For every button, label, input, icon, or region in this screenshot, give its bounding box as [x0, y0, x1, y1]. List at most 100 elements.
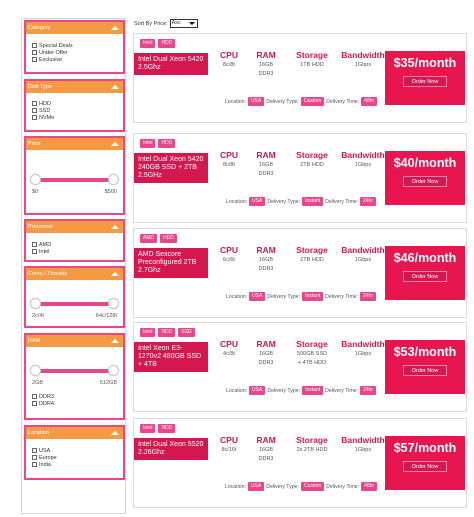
checkbox[interactable] [32, 50, 37, 55]
price-slider-max-handle[interactable] [108, 174, 119, 185]
server-card: Intel HDD Intel Dual Xeon 5420 2.5Ghz CPU… [133, 33, 467, 123]
storage-header: Storage [296, 245, 328, 255]
location-option-india[interactable]: India [32, 461, 123, 468]
location-badge: USA [249, 386, 266, 395]
ram-slider-min-handle[interactable] [30, 365, 41, 376]
price-range-slider[interactable] [30, 173, 119, 187]
chevron-up-icon[interactable] [110, 82, 120, 92]
delivery-type-label: Delivery Type: [267, 387, 301, 394]
server-title: AMD Sexcore Preconfigured 2TB 2.7Ghz [134, 248, 208, 278]
checkbox[interactable] [32, 57, 37, 62]
order-now-button[interactable]: Order Now [403, 461, 447, 472]
disk-option-hdd[interactable]: HDD [32, 100, 123, 107]
storage-value: 2TB HDD [300, 162, 324, 168]
delivery-time-badge: 48hr [361, 482, 378, 491]
price-filter-header[interactable]: Price [26, 138, 123, 150]
price-amount: $53/month [393, 345, 457, 359]
chevron-up-icon[interactable] [110, 139, 120, 149]
chevron-up-icon[interactable] [110, 269, 120, 279]
ram-filter-header[interactable]: RAM [26, 335, 123, 347]
location-filter: Location USA Europe India [24, 425, 125, 480]
category-filter-header[interactable]: Category [26, 22, 123, 34]
disk-type-filter-header[interactable]: Disk Type [26, 81, 123, 93]
price-box: $40/month Order Now [385, 151, 465, 205]
storage-header: Storage [296, 50, 328, 60]
server-title: Intel Xeon E3-1270v2 480GB SSD + 4TB [134, 342, 208, 372]
ram-option-ddr3[interactable]: DDR3 [32, 393, 123, 400]
bandwidth-value: 1Gbps [354, 447, 372, 453]
bandwidth-header: Bandwidth [341, 339, 385, 349]
order-now-button[interactable]: Order Now [403, 176, 447, 187]
ram-option-ddr4[interactable]: DDR4 [32, 400, 123, 407]
price-max-label: $500 [104, 189, 117, 195]
cores-threads-filter-header[interactable]: Cores / Threads [26, 268, 123, 280]
bandwidth-value: 1Gbps [354, 351, 372, 357]
location-badge: USA [247, 97, 265, 106]
chevron-up-icon[interactable] [110, 428, 120, 438]
server-tag: Intel [140, 424, 156, 433]
bandwidth-value: 1Gbps [354, 257, 372, 263]
server-tag: HDD [158, 39, 176, 48]
cpu-value: 6c/6t [223, 257, 235, 263]
location-badge: USA [249, 197, 266, 206]
location-option-usa[interactable]: USA [32, 447, 123, 454]
server-title: Intel Dual Xeon 5420 240GB SSD + 2TB 2.5… [134, 153, 208, 183]
checkbox[interactable] [32, 101, 37, 106]
sort-label: Sort By Price: [134, 20, 168, 27]
server-meta: Location: USA Delivery Type: Instant Del… [214, 197, 386, 206]
checkbox[interactable] [32, 242, 37, 247]
checkbox[interactable] [32, 401, 37, 406]
ram-range-slider[interactable] [30, 364, 119, 378]
processor-option-intel[interactable]: Intel [32, 248, 123, 255]
checkbox[interactable] [32, 43, 37, 48]
checkbox[interactable] [32, 448, 37, 453]
processor-option-amd[interactable]: AMD [32, 241, 123, 248]
bandwidth-value: 1Gbps [354, 62, 372, 68]
order-now-button[interactable]: Order Now [403, 76, 447, 87]
cores-max-label: 64c/128t [95, 313, 117, 319]
price-slider-min-handle[interactable] [30, 174, 41, 185]
location-label: Location: [225, 198, 248, 205]
ram-header: RAM [256, 339, 276, 349]
category-option-special-deals[interactable]: Special Deals [32, 42, 123, 49]
ram-header: RAM [256, 435, 276, 445]
chevron-up-icon[interactable] [110, 222, 120, 232]
order-now-button[interactable]: Order Now [403, 271, 447, 282]
server-tag: HDD [158, 328, 176, 337]
disk-option-ssd[interactable]: SSD [32, 107, 123, 114]
ram-value: DDR3 [258, 456, 274, 462]
server-specs: CPU 4c/8t RAM 16GB DDR3 Storage 500GB SSD + … [212, 339, 388, 367]
cpu-value: 8c/8t [223, 162, 235, 168]
cores-slider-min-handle[interactable] [30, 298, 41, 309]
cpu-header: CPU [220, 339, 238, 349]
disk-option-nvme[interactable]: NVMe [32, 114, 123, 121]
cores-slider-max-handle[interactable] [108, 298, 119, 309]
checkbox[interactable] [32, 108, 37, 113]
bandwidth-header: Bandwidth [341, 50, 385, 60]
location-option-europe[interactable]: Europe [32, 454, 123, 461]
server-tag: Intel [140, 328, 156, 337]
ram-slider-max-handle[interactable] [108, 365, 119, 376]
price-amount: $40/month [393, 156, 457, 170]
chevron-down-icon[interactable] [188, 22, 195, 25]
checkbox[interactable] [32, 455, 37, 460]
price-filter: Price $0 $500 [24, 136, 125, 215]
server-tag: Intel [140, 39, 156, 48]
checkbox[interactable] [32, 115, 37, 120]
ram-value: 16GB [258, 447, 274, 453]
storage-value: + 4TB HDD [297, 360, 327, 366]
processor-filter-header[interactable]: Processor [26, 221, 123, 233]
checkbox[interactable] [32, 394, 37, 399]
chevron-up-icon[interactable] [110, 336, 120, 346]
cores-range-slider[interactable] [30, 297, 119, 311]
category-option-under-offer[interactable]: Under Offer [32, 49, 123, 56]
location-filter-header[interactable]: Location [26, 427, 123, 439]
sort-select[interactable]: Asc [169, 19, 198, 28]
cpu-value: 8c/8t [223, 62, 235, 68]
checkbox[interactable] [32, 462, 37, 467]
category-option-exclusive[interactable]: Exclusive [32, 56, 123, 63]
cpu-value: 8c/16t [221, 447, 237, 453]
checkbox[interactable] [32, 249, 37, 254]
chevron-up-icon[interactable] [110, 23, 120, 33]
order-now-button[interactable]: Order Now [403, 365, 447, 376]
